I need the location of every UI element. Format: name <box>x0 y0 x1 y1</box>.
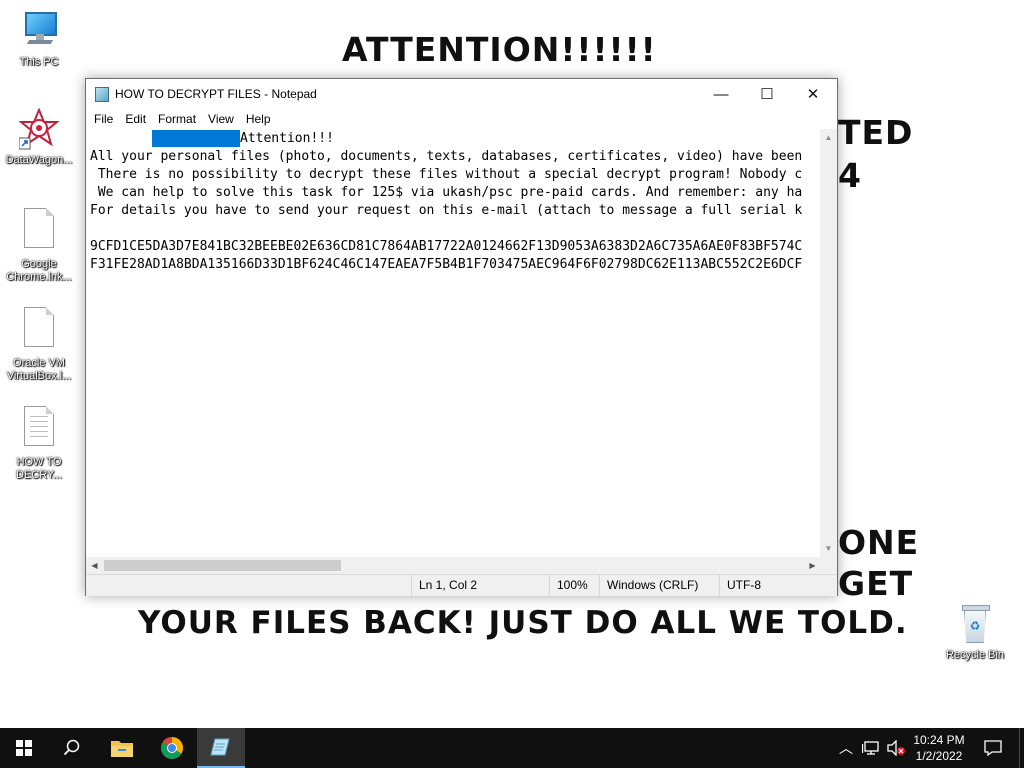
chrome-icon <box>161 737 183 759</box>
wallpaper-fragment: TED <box>838 113 914 152</box>
status-zoom: 100% <box>549 575 599 596</box>
text-line: We can help to solve this task for 125$ … <box>90 185 803 200</box>
title-bar[interactable]: HOW TO DECRYPT FILES - Notepad — ☐ ✕ <box>86 79 837 109</box>
recycle-bin-icon: ♻ <box>960 603 990 645</box>
text-line: F31FE28AD1A8BDA135166D33D1BF624C46C147EA… <box>90 257 803 272</box>
menu-format[interactable]: Format <box>152 112 202 126</box>
menu-bar: File Edit Format View Help <box>86 109 837 129</box>
wallpaper-bottom-line: YOUR FILES BACK! JUST DO ALL WE TOLD. <box>138 605 908 641</box>
scroll-up-icon[interactable]: ▲ <box>820 129 837 146</box>
text-line <box>90 220 821 238</box>
desktop-icon-label: Google Chrome.lnk... <box>6 258 72 283</box>
text-line: All your personal files (photo, document… <box>90 149 803 164</box>
wallpaper-title: ATTENTION!!!!!! <box>342 30 657 69</box>
minimize-button[interactable]: — <box>698 79 744 109</box>
menu-view[interactable]: View <box>202 112 240 126</box>
menu-edit[interactable]: Edit <box>119 112 152 126</box>
text-line: 9CFD1CE5DA3D7E841BC32BEEBE02E636CD81C786… <box>90 239 803 254</box>
shortcut-icon <box>18 107 60 150</box>
menu-help[interactable]: Help <box>240 112 277 126</box>
text-line: Attention!!! <box>90 130 821 148</box>
show-desktop-button[interactable] <box>1019 728 1024 768</box>
file-explorer-button[interactable] <box>98 728 146 768</box>
desktop-icon-label: Recycle Bin <box>945 649 1005 661</box>
desktop-icon-google-chrome-lnk[interactable]: Google Chrome.lnk... <box>1 208 77 284</box>
action-center-button[interactable] <box>978 728 1008 768</box>
notepad-window[interactable]: HOW TO DECRYPT FILES - Notepad — ☐ ✕ Fil… <box>85 78 838 596</box>
text-file-icon <box>24 406 54 446</box>
scroll-right-icon[interactable]: ▶ <box>804 557 821 574</box>
taskbar: ︿ 10:24 PM 1/2/2022 <box>0 728 1024 768</box>
computer-icon <box>22 12 57 52</box>
network-icon <box>862 741 879 755</box>
notepad-icon <box>95 86 109 102</box>
desktop-icon-how-to-decrypt[interactable]: HOW TO DECRY... <box>1 406 77 482</box>
desktop-icon-recycle-bin[interactable]: ♻ Recycle Bin <box>937 603 1013 662</box>
maximize-icon: ☐ <box>760 86 774 103</box>
close-icon: ✕ <box>806 86 820 103</box>
volume-button[interactable] <box>884 728 908 768</box>
document-icon <box>24 208 54 248</box>
network-button[interactable] <box>860 728 882 768</box>
desktop-icon-this-pc[interactable]: This PC <box>1 12 77 69</box>
status-encoding: UTF-8 <box>719 575 837 596</box>
notepad-task-button[interactable] <box>197 728 245 768</box>
wallpaper-fragment: ONE <box>838 523 920 562</box>
clock[interactable]: 10:24 PM 1/2/2022 <box>908 728 970 768</box>
desktop-icon-label: DataWagon... <box>5 154 73 166</box>
chevron-up-icon: ︿ <box>839 740 853 756</box>
minimize-icon: — <box>713 85 729 103</box>
notification-icon <box>984 740 1002 757</box>
scroll-down-icon[interactable]: ▼ <box>820 540 837 557</box>
wallpaper-fragment: GET <box>838 564 914 603</box>
scrollbar-corner <box>820 557 837 574</box>
desktop-icon-label: HOW TO DECRY... <box>15 456 63 481</box>
chrome-button[interactable] <box>148 728 196 768</box>
text-selection <box>152 130 240 147</box>
horizontal-scrollbar[interactable]: ◀ ▶ <box>86 557 821 574</box>
document-icon <box>24 307 54 347</box>
status-position: Ln 1, Col 2 <box>411 575 549 596</box>
status-line-ending: Windows (CRLF) <box>599 575 719 596</box>
desktop-icon-oracle-vm[interactable]: Oracle VM VirtualBox.l... <box>1 307 77 383</box>
file-explorer-icon <box>111 741 133 757</box>
desktop-icon-label: This PC <box>19 56 59 68</box>
text-line: For details you have to send your reques… <box>90 203 803 218</box>
desktop-icon-label: Oracle VM VirtualBox.l... <box>6 357 72 382</box>
start-icon <box>16 740 32 756</box>
clock-time: 10:24 PM <box>913 733 965 747</box>
close-button[interactable]: ✕ <box>790 79 836 109</box>
text-editor[interactable]: Attention!!! All your personal files (pho… <box>86 129 821 557</box>
clock-date: 1/2/2022 <box>915 749 963 763</box>
menu-file[interactable]: File <box>88 112 119 126</box>
start-button[interactable] <box>0 728 48 768</box>
search-button[interactable] <box>48 728 96 768</box>
wallpaper-fragment: 4 <box>838 156 862 195</box>
window-title: HOW TO DECRYPT FILES - Notepad <box>115 87 317 101</box>
scroll-left-icon[interactable]: ◀ <box>86 557 103 574</box>
desktop-icon-datawagon[interactable]: DataWagon... <box>1 107 77 167</box>
volume-muted-icon <box>887 740 905 756</box>
search-icon <box>63 739 80 756</box>
notepad-icon <box>210 738 230 756</box>
status-bar: Ln 1, Col 2 100% Windows (CRLF) UTF-8 <box>86 574 837 596</box>
vertical-scrollbar[interactable]: ▲ ▼ <box>820 129 837 557</box>
text-line: There is no possibility to decrypt these… <box>90 167 803 182</box>
show-hidden-icons-button[interactable]: ︿ <box>836 728 856 768</box>
scroll-thumb[interactable] <box>104 560 341 571</box>
maximize-button[interactable]: ☐ <box>744 79 790 109</box>
